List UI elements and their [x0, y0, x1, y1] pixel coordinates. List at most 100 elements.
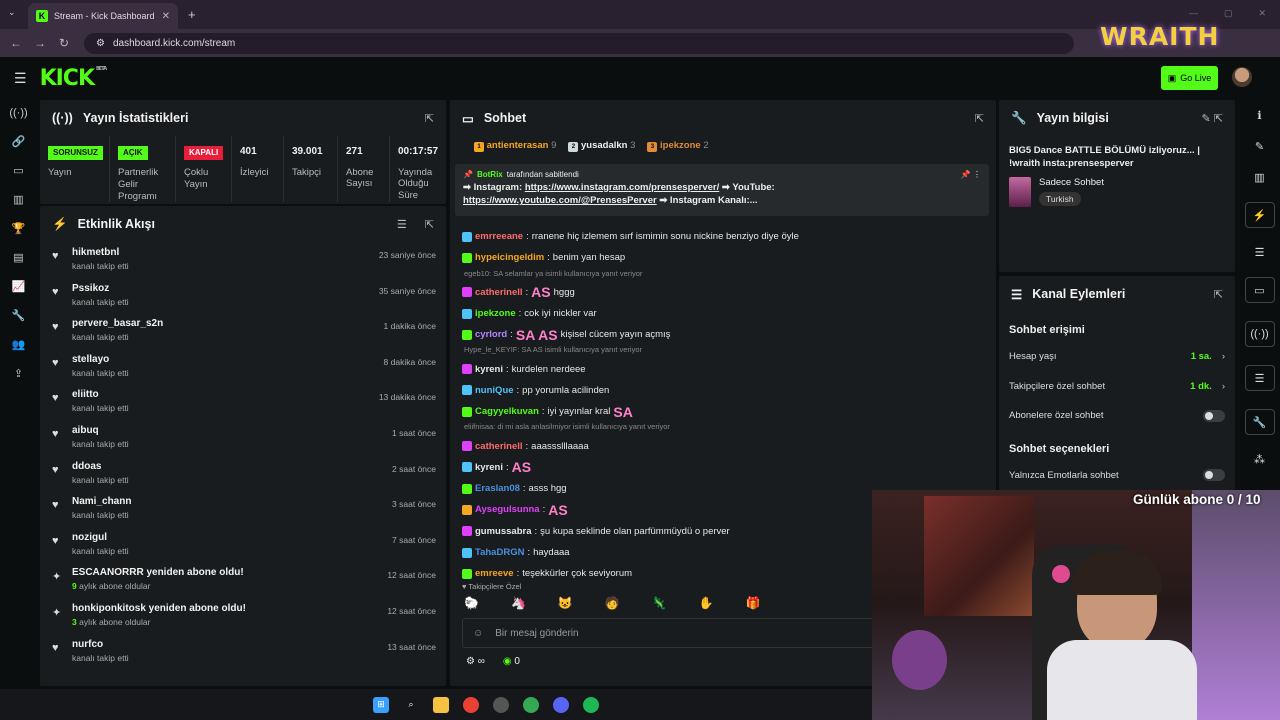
chat-username[interactable]: TahaDRGN — [475, 547, 524, 558]
discord-icon[interactable] — [553, 696, 569, 713]
chat-username[interactable]: Aysegulsunna — [475, 504, 540, 515]
subs-only-toggle[interactable] — [1203, 409, 1225, 422]
window-icon[interactable]: ▭ — [13, 164, 23, 177]
chat-username[interactable]: kyreni — [475, 462, 503, 473]
forward-icon[interactable]: → — [28, 36, 52, 50]
activity-item[interactable]: ✦ honkiponkitosk yeniden abone oldu! 3 ayl… — [40, 598, 446, 634]
wrench-icon[interactable]: 🔧 — [12, 309, 26, 322]
kick-logo[interactable]: KICK BETA — [40, 66, 108, 91]
activity-item[interactable]: ♥ eliitto kanalı takip etti 13 dakika önce — [40, 384, 446, 420]
chat-message[interactable]: gumussabra: şu kupa seklinde olan parfümm… — [462, 521, 942, 542]
chat-input[interactable]: ☺ Bir mesaj gönderin — [462, 618, 882, 648]
menu-icon[interactable]: ☰ — [14, 70, 27, 87]
chat-message[interactable]: catherinell: aaassslllaaaa — [462, 435, 942, 456]
followers-only-row[interactable]: Takipçilere özel sohbet 1 dk. › — [999, 372, 1235, 402]
chat-message[interactable]: ipekzone: cok iyi nickler var — [462, 303, 942, 324]
chat-message[interactable]: TahaDRGN: haydaaa — [462, 542, 942, 563]
activity-item[interactable]: ♥ pervere_basar_s2n kanalı takip etti 1 dak… — [40, 313, 446, 349]
chat-message[interactable]: cyrlord: SA AS kişisel cücem yayın açmış — [462, 324, 942, 345]
url-field[interactable]: ⚙ dashboard.kick.com/stream — [84, 32, 1074, 54]
activity-item[interactable]: ♥ aibuq kanalı takip etti 1 saat önce — [40, 420, 446, 456]
obs-icon[interactable] — [493, 696, 509, 713]
windows-start-icon[interactable]: ⊞ — [373, 696, 389, 713]
activity-item[interactable]: ♥ stellayo kanalı takip etti 8 dakika önce — [40, 349, 446, 385]
chat-message[interactable]: hypeicingeldim: benim yan hesap — [462, 247, 942, 268]
layout-icon[interactable]: ▥ — [1254, 171, 1264, 184]
top-gifter[interactable]: 3 ipekzone 2 — [647, 140, 709, 152]
nodes-icon[interactable]: ⁂ — [1254, 453, 1265, 466]
video-icon[interactable]: ▤ — [13, 251, 23, 264]
chat-username[interactable]: kyreni — [475, 364, 503, 375]
list-icon[interactable]: ☰ — [1255, 246, 1265, 259]
activity-item[interactable]: ♥ Pssikoz kanalı takip etti 35 saniye önce — [40, 278, 446, 314]
chat-username[interactable]: hypeicingeldim — [475, 252, 544, 263]
back-icon[interactable]: ← — [4, 36, 28, 50]
emote[interactable]: 😺 — [558, 596, 573, 610]
instagram-link[interactable]: https://www.instagram.com/prensesperver/ — [525, 182, 719, 193]
chrome-icon[interactable] — [463, 696, 479, 713]
emote[interactable]: 🦄 — [511, 596, 526, 610]
maximize-icon[interactable]: ▢ — [1224, 8, 1233, 19]
top-gifter[interactable]: 2 yusadalkn 3 — [568, 140, 635, 152]
go-live-button[interactable]: ▣ Go Live — [1161, 66, 1218, 90]
tab-close-icon[interactable]: ✕ — [162, 11, 170, 22]
unpin-icon[interactable]: 📌 ⋮ — [961, 169, 981, 181]
emote[interactable]: 🐑 — [464, 596, 479, 610]
chat-message[interactable]: catherinell: AS hggg — [462, 282, 942, 303]
chrome-icon[interactable] — [523, 696, 539, 713]
search-icon[interactable]: ⌕ — [403, 697, 419, 713]
emote[interactable]: 🎁 — [746, 596, 761, 610]
minimize-icon[interactable]: — — [1189, 8, 1198, 19]
emote-only-toggle[interactable] — [1203, 469, 1225, 482]
chat-message[interactable]: kyreni: AS — [462, 457, 942, 478]
filter-icon[interactable]: ☰ — [397, 218, 407, 231]
chat-username[interactable]: Eraslan08 — [475, 483, 520, 494]
chat-message[interactable]: emreeve: teşekkürler çok seviyorum — [462, 563, 942, 584]
site-info-icon[interactable]: ⚙ — [96, 38, 105, 49]
chat-message[interactable]: Aysegulsunna: AS — [462, 499, 942, 520]
broadcast-icon[interactable]: ((·)) — [1244, 321, 1275, 347]
spotify-icon[interactable] — [583, 696, 599, 713]
chat-username[interactable]: emreeve — [475, 568, 514, 579]
chat-username[interactable]: gumussabra — [475, 526, 532, 537]
chat-message[interactable]: kyreni: kurdelen nerdeee — [462, 358, 942, 379]
server-icon[interactable]: ☰ — [1244, 365, 1275, 391]
trophy-icon[interactable]: 🏆 — [12, 222, 26, 235]
chart-icon[interactable]: ▥ — [13, 193, 23, 206]
chat-message[interactable]: Cagyyelkuvan: iyi yayınlar kral SA — [462, 401, 942, 422]
reload-icon[interactable]: ↻ — [52, 36, 76, 50]
popout-icon[interactable]: ⇱ — [975, 112, 984, 125]
top-gifter[interactable]: 1 antienterasan 9 — [474, 140, 556, 152]
edit-icon[interactable]: ✎ ⇱ — [1202, 112, 1224, 125]
info-icon[interactable]: ℹ — [1257, 109, 1261, 122]
folder-icon[interactable] — [433, 696, 449, 713]
activity-item[interactable]: ✦ ESCAANORRR yeniden abone oldu! 9 aylık a… — [40, 562, 446, 598]
chat-username[interactable]: ipekzone — [475, 308, 516, 319]
points[interactable]: ◉ 0 — [503, 656, 520, 667]
emote[interactable]: 🧑 — [605, 596, 620, 610]
emote[interactable]: ✋ — [699, 596, 714, 610]
browser-tab[interactable]: K Stream - Kick Dashboard ✕ — [28, 3, 178, 29]
popout-icon[interactable]: ⇱ — [1214, 288, 1223, 301]
new-tab-icon[interactable]: + — [188, 7, 196, 22]
activity-item[interactable]: ♥ ddoas kanalı takip etti 2 saat önce — [40, 456, 446, 492]
chat-username[interactable]: nuniQue — [475, 385, 514, 396]
avatar[interactable] — [1232, 67, 1252, 87]
chat-username[interactable]: Cagyyelkuvan — [475, 406, 539, 417]
chat-message[interactable]: Eraslan08: asss hgg — [462, 478, 942, 499]
chat-message[interactable]: nuniQue: pp yorumla acilinden — [462, 380, 942, 401]
close-window-icon[interactable]: ✕ — [1258, 8, 1266, 19]
emote[interactable]: 🦎 — [652, 596, 667, 610]
chat-username[interactable]: catherinell — [475, 441, 523, 452]
upload-icon[interactable]: ⇪ — [14, 367, 23, 380]
activity-item[interactable]: ♥ nozigul kanalı takip etti 7 saat önce — [40, 527, 446, 563]
activity-item[interactable]: ♥ hikmetbnl kanalı takip etti 23 saniye önc… — [40, 242, 446, 278]
popout-icon[interactable]: ⇱ — [425, 218, 434, 231]
wrench-icon[interactable]: 🔧 — [1244, 409, 1275, 435]
settings-icon[interactable]: ⚙ ∞ — [466, 656, 485, 667]
chat-username[interactable]: emrreeane — [475, 231, 523, 242]
youtube-link[interactable]: https://www.youtube.com/@PrensesPerver — [463, 195, 657, 206]
pencil-icon[interactable]: ✎ — [1255, 140, 1264, 153]
chat-username[interactable]: catherinell — [475, 287, 523, 298]
users-icon[interactable]: 👥 — [12, 338, 26, 351]
